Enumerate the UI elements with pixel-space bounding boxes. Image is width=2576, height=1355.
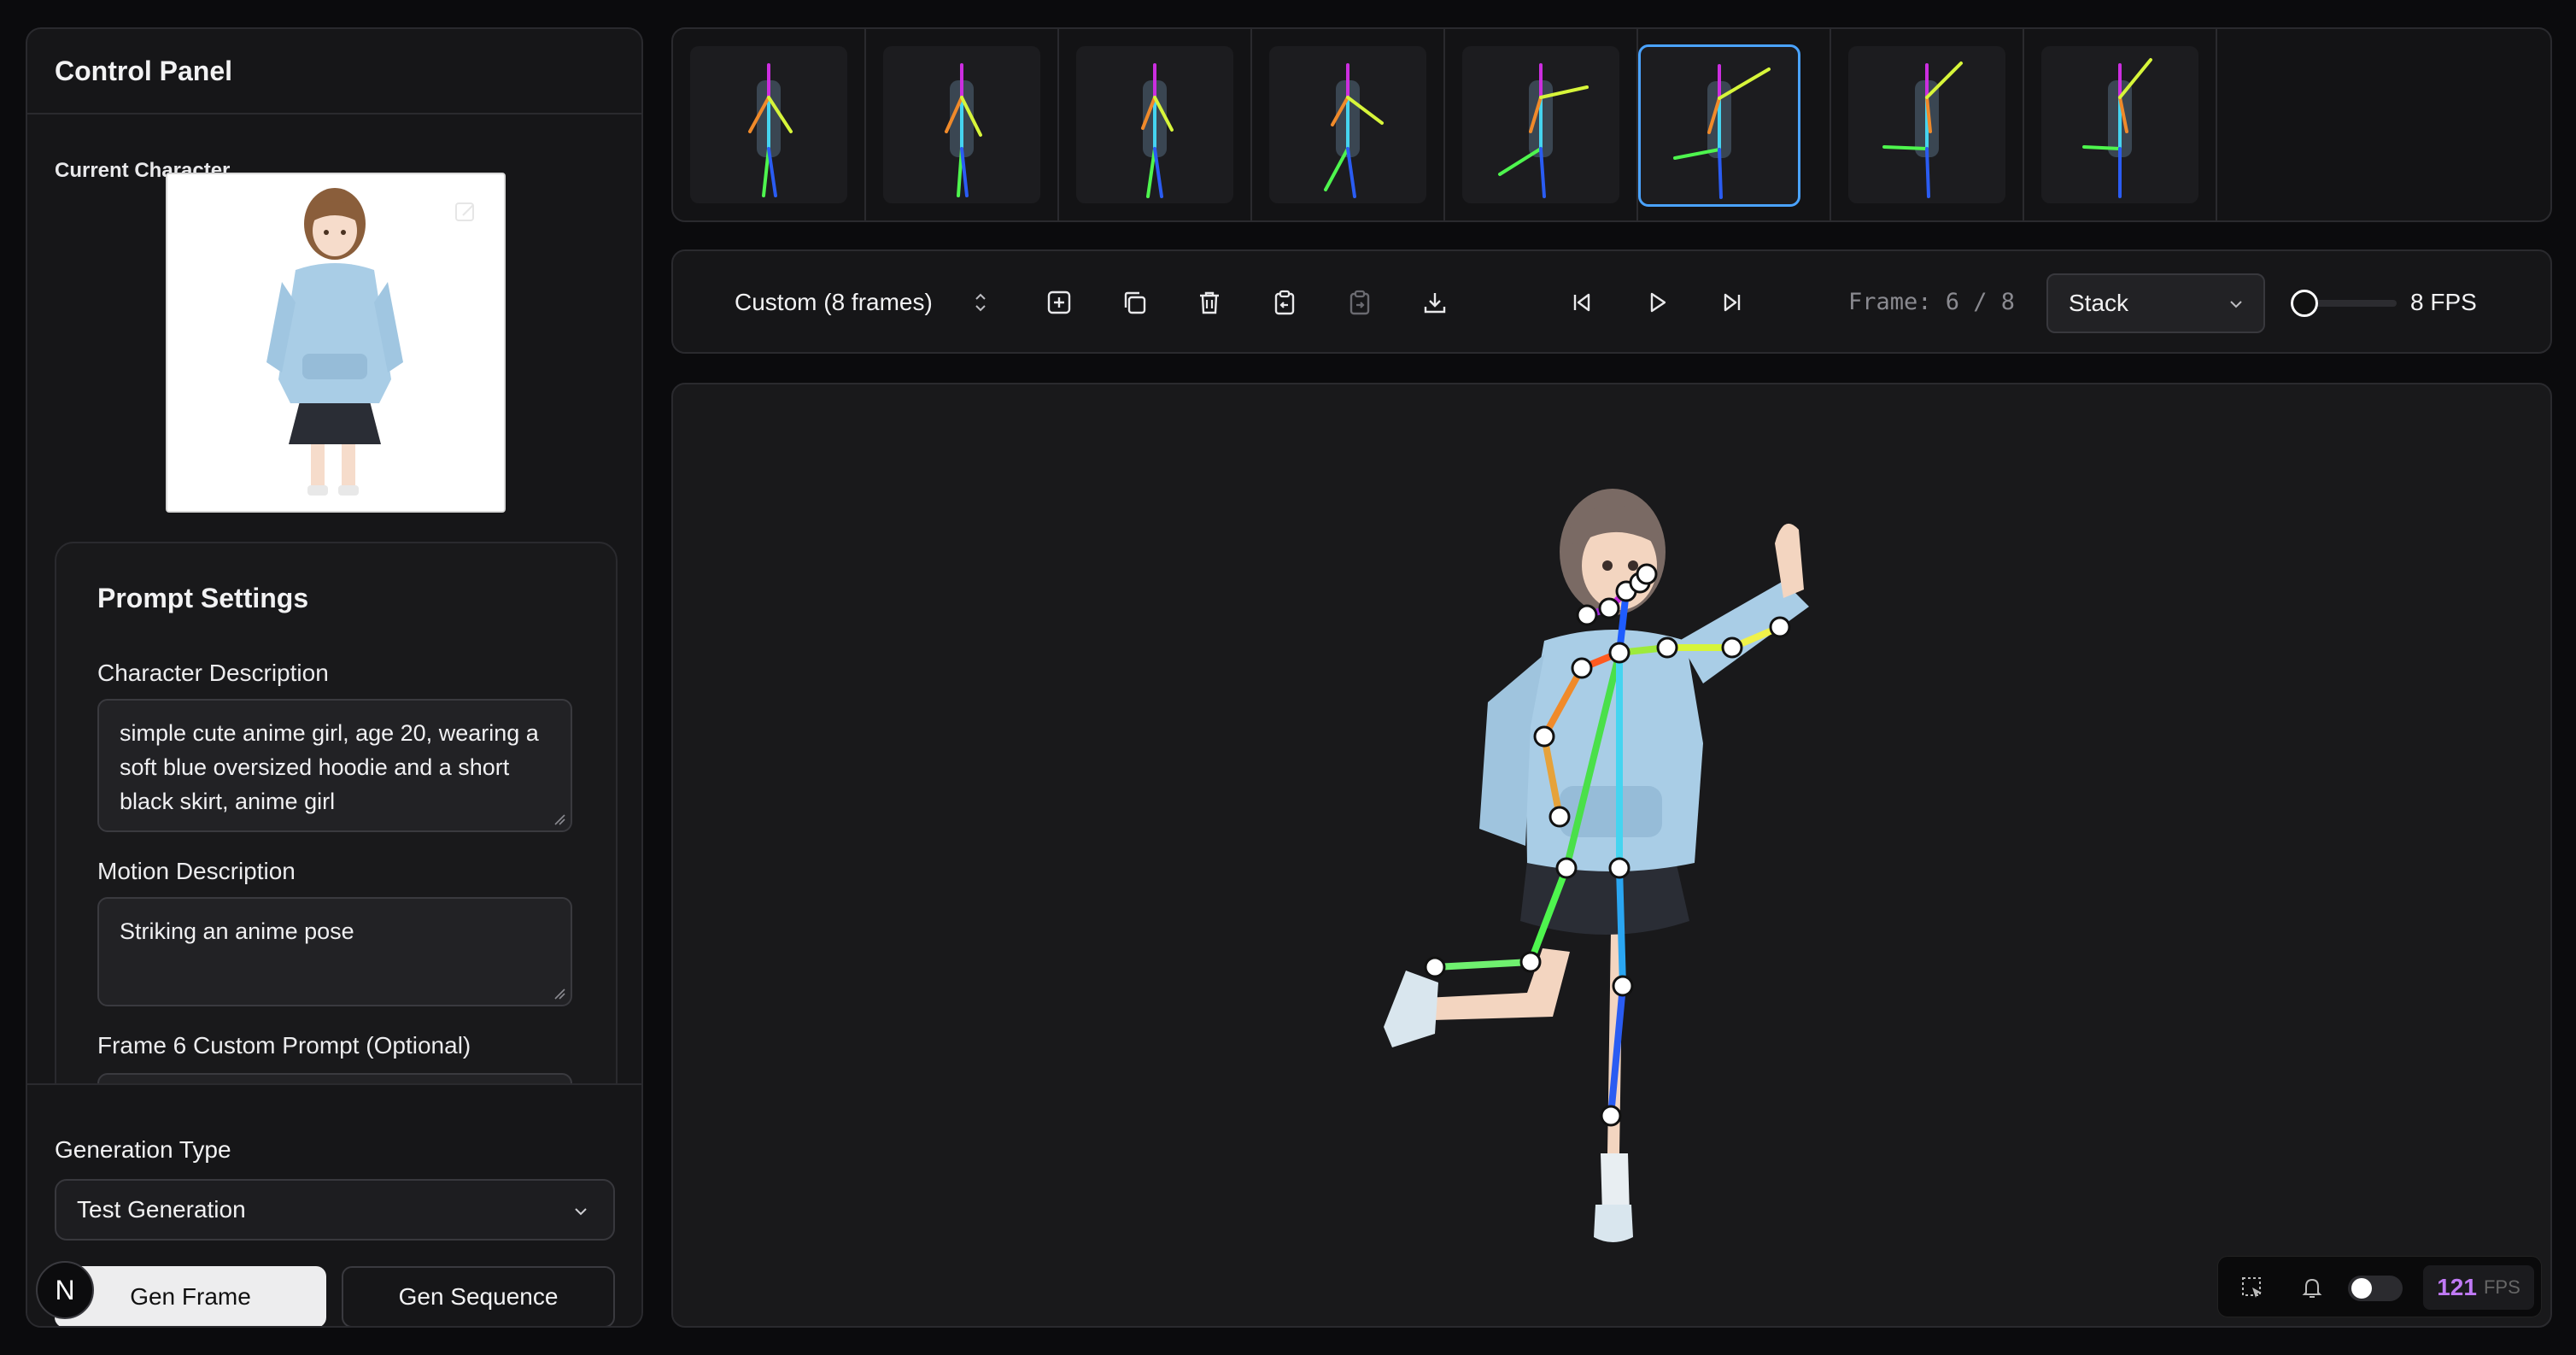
- motion-description-text: Striking an anime pose: [120, 918, 354, 944]
- prompt-settings-card: Prompt Settings Character Description si…: [55, 542, 618, 1140]
- frame-thumbnail-cell: [2024, 29, 2217, 220]
- thumbnail-pose: [1498, 63, 1589, 198]
- fps-meter-unit: FPS: [2483, 1276, 2520, 1298]
- sequence-toolbar: Custom (8 frames) Frame: 6 / 8 Stack 8 F…: [671, 249, 2552, 354]
- frame-thumbnail-cell: [1831, 29, 2024, 220]
- paste-frame-icon[interactable]: [1271, 289, 1298, 316]
- frame-thumbnail-selected[interactable]: [1638, 44, 1800, 207]
- skip-back-icon[interactable]: [1568, 289, 1595, 316]
- thumbnail-pose: [1882, 62, 1963, 198]
- skip-forward-icon[interactable]: [1718, 289, 1746, 316]
- frame-thumbnail[interactable]: [1462, 46, 1619, 203]
- frame-thumbnail-cell: [1059, 29, 1252, 220]
- generation-footer: Generation Type Test Generation Gen Fram…: [27, 1083, 641, 1326]
- play-icon[interactable]: [1643, 289, 1671, 316]
- frame-custom-prompt-label: Frame 6 Custom Prompt (Optional): [97, 1032, 471, 1059]
- preset-select[interactable]: Custom (8 frames): [735, 289, 933, 316]
- thumbnail-pose: [2082, 58, 2152, 198]
- thumbnail-pose: [945, 63, 982, 197]
- character-description-input[interactable]: simple cute anime girl, age 20, wearing …: [97, 699, 572, 832]
- thumbnail-pose: [1141, 63, 1174, 198]
- download-icon[interactable]: [1421, 289, 1449, 316]
- frame-thumbnail[interactable]: [1848, 46, 2005, 203]
- bell-icon[interactable]: [2298, 1274, 2326, 1301]
- motion-description-input[interactable]: Striking an anime pose: [97, 897, 572, 1006]
- frame-thumbnail-cell: [1252, 29, 1445, 220]
- duplicate-frame-icon[interactable]: [1121, 289, 1148, 316]
- frame-thumbnail[interactable]: [883, 46, 1040, 203]
- app-logo-badge[interactable]: N: [36, 1261, 94, 1319]
- gen-sequence-button[interactable]: Gen Sequence: [342, 1266, 615, 1326]
- thumbnail-pose: [1673, 64, 1771, 199]
- generation-type-value: Test Generation: [77, 1196, 246, 1223]
- fps-slider[interactable]: [2291, 290, 2397, 317]
- frame-thumbnail-cell: [673, 29, 866, 220]
- chevron-down-icon: [2230, 301, 2242, 308]
- copy-pose-icon[interactable]: [1346, 289, 1373, 316]
- prompt-settings-title: Prompt Settings: [97, 583, 309, 613]
- generation-type-select[interactable]: Test Generation: [55, 1179, 615, 1241]
- gen-frame-button[interactable]: Gen Frame: [55, 1266, 326, 1326]
- thumbnail-pose: [748, 63, 793, 197]
- frame-thumbnail[interactable]: [2041, 46, 2198, 203]
- frame-thumbnail-cell: [1445, 29, 1638, 220]
- character-description-text: simple cute anime girl, age 20, wearing …: [120, 720, 539, 814]
- pose-stage[interactable]: [673, 384, 2552, 1328]
- fps-meter-value: 121: [2437, 1274, 2477, 1300]
- character-illustration: [167, 174, 504, 511]
- character-preview-image[interactable]: [166, 173, 506, 513]
- frame-thumbnail[interactable]: [1076, 46, 1233, 203]
- frame-counter: Frame: 6 / 8: [1848, 289, 2016, 315]
- devtools-toggle[interactable]: [2348, 1276, 2403, 1301]
- view-mode-value: Stack: [2069, 290, 2129, 316]
- pose-canvas[interactable]: [671, 383, 2552, 1328]
- control-panel: Control Panel Current Character Prompt S…: [26, 27, 643, 1328]
- thumbnail-pose: [1324, 63, 1384, 198]
- delete-frame-icon[interactable]: [1196, 289, 1223, 316]
- generation-type-label: Generation Type: [55, 1136, 231, 1163]
- frame-thumbnail-strip: [671, 27, 2552, 222]
- resize-handle-icon[interactable]: [553, 988, 565, 1000]
- fps-meter: 121 FPS: [2423, 1265, 2534, 1310]
- app-root: Control Panel Current Character Prompt S…: [0, 0, 2576, 1355]
- frame-thumbnail-cell: [866, 29, 1059, 220]
- motion-description-label: Motion Description: [97, 858, 296, 884]
- add-frame-icon[interactable]: [1045, 289, 1073, 316]
- chevron-down-icon: [575, 1208, 587, 1216]
- fps-label: 8 FPS: [2410, 289, 2477, 315]
- frame-thumbnail[interactable]: [1269, 46, 1426, 203]
- frame-thumbnail-cell: [1638, 29, 1831, 220]
- devtools-widget: 121 FPS: [2217, 1256, 2542, 1317]
- panel-title: Control Panel: [27, 29, 641, 114]
- fps-slider-thumb[interactable]: [2291, 290, 2318, 317]
- character-figure: [1384, 489, 1809, 1242]
- resize-handle-icon[interactable]: [553, 813, 565, 825]
- view-mode-select[interactable]: Stack: [2046, 273, 2265, 333]
- chevron-up-down-icon[interactable]: [970, 289, 991, 316]
- frame-thumbnail[interactable]: [690, 46, 847, 203]
- select-region-icon[interactable]: [2239, 1274, 2266, 1301]
- character-description-label: Character Description: [97, 660, 329, 686]
